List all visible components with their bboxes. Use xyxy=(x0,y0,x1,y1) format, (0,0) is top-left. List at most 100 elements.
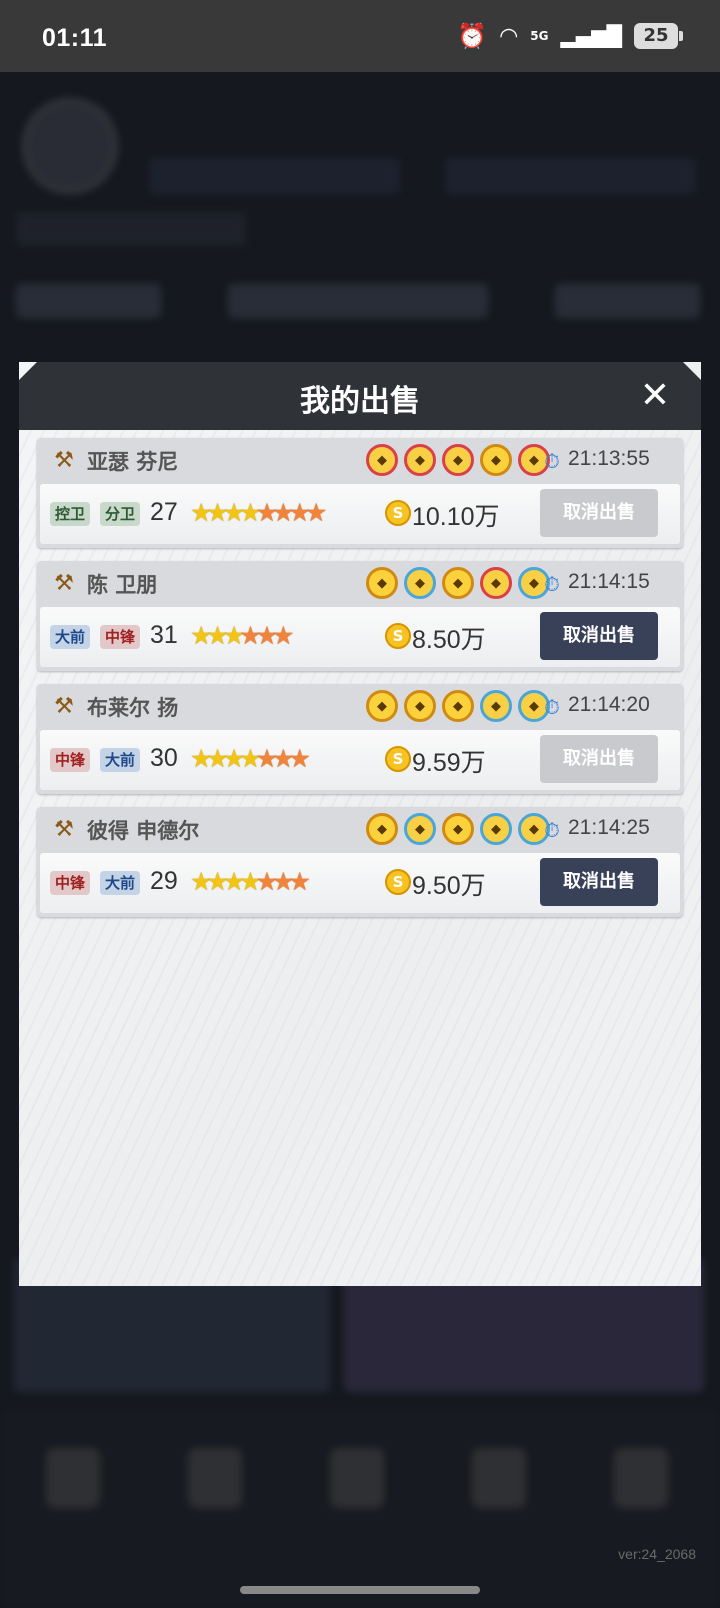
star-icon: ★ xyxy=(206,744,229,773)
star-rating: ★★★★★★★★ xyxy=(190,498,328,528)
skill-badge-icon: ◆ xyxy=(366,813,398,845)
listing-card: ⚒ 陈 卫朋 ◆ ◆ ◆ ◆ ◆ ⏱ 21:14:15 大前 中锋 31 ★★★★★★ S 8.50万 取消出… xyxy=(37,561,683,671)
signal-icon: ▂▄▆█ xyxy=(560,24,622,48)
star-icon: ★ xyxy=(190,498,213,527)
close-icon[interactable]: ✕ xyxy=(635,376,675,416)
player-level: 30 xyxy=(150,744,178,772)
star-icon: ★ xyxy=(222,621,246,650)
listing-details: 中锋 大前 30 ★★★★★★★ S 9.59万 取消出售 xyxy=(40,730,680,790)
listings-container: ⚒ 亚瑟 芬尼 ◆ ◆ ◆ ◆ ◆ ⏱ 21:13:55 控卫 分卫 27 ★★★★★★★★ S 10.10… xyxy=(19,430,701,1286)
listing-card: ⚒ 亚瑟 芬尼 ◆ ◆ ◆ ◆ ◆ ⏱ 21:13:55 控卫 分卫 27 ★★★★★★★★ S 10.10… xyxy=(37,438,683,548)
listing-card: ⚒ 布莱尔 扬 ◆ ◆ ◆ ◆ ◆ ⏱ 21:14:20 中锋 大前 30 ★★★★★★★ S 9.59万取… xyxy=(37,684,683,794)
listing-header: ⚒ 亚瑟 芬尼 ◆ ◆ ◆ ◆ ◆ ⏱ 21:13:55 xyxy=(37,438,683,484)
cancel-sale-button[interactable]: 取消出售 xyxy=(540,858,658,906)
skill-badge-icon: ◆ xyxy=(480,813,512,845)
star-icon: ★ xyxy=(206,867,229,896)
star-icon: ★ xyxy=(190,867,213,896)
status-time: 01:11 xyxy=(42,24,108,52)
star-icon: ★ xyxy=(239,744,262,773)
skill-badges: ◆ ◆ ◆ ◆ ◆ xyxy=(366,567,550,599)
star-rating: ★★★★★★★ xyxy=(190,867,312,897)
star-icon: ★ xyxy=(239,621,262,650)
player-level: 29 xyxy=(150,867,178,895)
star-icon: ★ xyxy=(206,498,229,527)
my-sales-dialog: 我的出售 ✕ ⚒ 亚瑟 芬尼 ◆ ◆ ◆ ◆ ◆ ⏱ 21:13:55 控卫 分卫 27 ★★★★★★★… xyxy=(19,362,701,1286)
listing-details: 中锋 大前 29 ★★★★★★★ S 9.50万 取消出售 xyxy=(40,853,680,913)
player-level: 31 xyxy=(150,621,178,649)
stopwatch-icon: ⏱ xyxy=(544,695,560,719)
star-icon: ★ xyxy=(288,498,312,527)
star-icon: ★ xyxy=(288,867,312,896)
listing-header: ⚒ 布莱尔 扬 ◆ ◆ ◆ ◆ ◆ ⏱ 21:14:20 xyxy=(37,684,683,730)
star-icon: ★ xyxy=(255,744,279,773)
skill-badge-icon: ◆ xyxy=(404,813,436,845)
star-icon: ★ xyxy=(272,498,295,527)
gold-coin-icon: S xyxy=(385,623,411,649)
star-icon: ★ xyxy=(272,621,295,650)
player-level: 27 xyxy=(150,498,178,526)
cancel-sale-button[interactable]: 取消出售 xyxy=(540,735,658,783)
listing-price: 9.59万 xyxy=(412,749,486,777)
star-icon: ★ xyxy=(255,867,279,896)
skill-badges: ◆ ◆ ◆ ◆ ◆ xyxy=(366,444,550,476)
star-icon: ★ xyxy=(222,498,246,527)
skill-badge-icon: ◆ xyxy=(442,813,474,845)
position-tag: 大前 xyxy=(100,748,141,772)
player-name: 陈 卫朋 xyxy=(87,573,158,597)
star-icon: ★ xyxy=(304,498,328,527)
listing-price: 10.10万 xyxy=(412,503,500,531)
skill-badge-icon: ◆ xyxy=(442,567,474,599)
skill-badge-icon: ◆ xyxy=(442,444,474,476)
stopwatch-icon: ⏱ xyxy=(544,449,560,473)
position-tag: 大前 xyxy=(100,871,141,895)
stopwatch-icon: ⏱ xyxy=(544,572,560,596)
dialog-title: 我的出售 xyxy=(300,384,420,419)
home-indicator[interactable] xyxy=(240,1586,480,1594)
position-tag: 中锋 xyxy=(100,625,141,649)
star-icon: ★ xyxy=(239,498,262,527)
skill-badge-icon: ◆ xyxy=(366,690,398,722)
position-tag: 分卫 xyxy=(100,502,141,526)
listing-header: ⚒ 彼得 申德尔 ◆ ◆ ◆ ◆ ◆ ⏱ 21:14:25 xyxy=(37,807,683,853)
position-tag: 大前 xyxy=(50,625,91,649)
listing-time: 21:14:15 xyxy=(568,570,650,593)
skill-badge-icon: ◆ xyxy=(404,690,436,722)
stopwatch-icon: ⏱ xyxy=(544,818,560,842)
star-icon: ★ xyxy=(239,867,262,896)
auction-hammer-icon: ⚒ xyxy=(54,817,74,842)
skill-badge-icon: ◆ xyxy=(480,567,512,599)
player-name: 布莱尔 扬 xyxy=(87,696,179,720)
cancel-sale-button[interactable]: 取消出售 xyxy=(540,489,658,537)
listing-time: 21:14:25 xyxy=(568,816,650,839)
skill-badge-icon: ◆ xyxy=(404,567,436,599)
listing-time: 21:13:55 xyxy=(568,447,650,470)
star-icon: ★ xyxy=(288,744,312,773)
status-bar: 01:11 ⏰ ◠ 5G ▂▄▆█ 25 xyxy=(0,0,720,72)
player-name: 彼得 申德尔 xyxy=(87,819,200,843)
cancel-sale-button[interactable]: 取消出售 xyxy=(540,612,658,660)
auction-hammer-icon: ⚒ xyxy=(54,694,74,719)
skill-badge-icon: ◆ xyxy=(442,690,474,722)
star-rating: ★★★★★★ xyxy=(190,621,295,651)
skill-badge-icon: ◆ xyxy=(366,444,398,476)
skill-badge-icon: ◆ xyxy=(480,444,512,476)
skill-badge-icon: ◆ xyxy=(480,690,512,722)
bottom-nav xyxy=(0,1408,720,1608)
auction-hammer-icon: ⚒ xyxy=(54,448,74,473)
star-icon: ★ xyxy=(255,621,279,650)
position-tag: 中锋 xyxy=(50,748,91,772)
position-tag: 控卫 xyxy=(50,502,91,526)
star-icon: ★ xyxy=(222,867,246,896)
listing-time: 21:14:20 xyxy=(568,693,650,716)
listing-header: ⚒ 陈 卫朋 ◆ ◆ ◆ ◆ ◆ ⏱ 21:14:15 xyxy=(37,561,683,607)
skill-badges: ◆ ◆ ◆ ◆ ◆ xyxy=(366,813,550,845)
listing-details: 控卫 分卫 27 ★★★★★★★★ S 10.10万 取消出售 xyxy=(40,484,680,544)
star-rating: ★★★★★★★ xyxy=(190,744,312,774)
star-icon: ★ xyxy=(190,744,213,773)
star-icon: ★ xyxy=(190,621,213,650)
player-name: 亚瑟 芬尼 xyxy=(87,450,179,474)
listing-details: 大前 中锋 31 ★★★★★★ S 8.50万 取消出售 xyxy=(40,607,680,667)
gold-coin-icon: S xyxy=(385,500,411,526)
star-icon: ★ xyxy=(206,621,229,650)
position-tag: 中锋 xyxy=(50,871,91,895)
